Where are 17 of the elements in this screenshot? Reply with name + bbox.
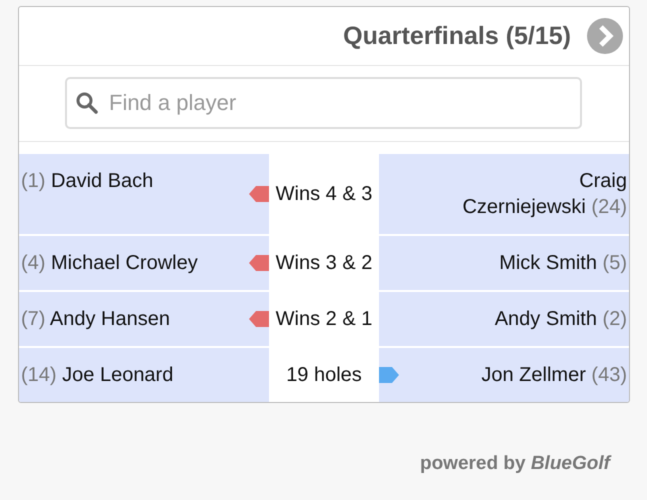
match-result: Wins 4 & 3 bbox=[276, 182, 372, 206]
player-name[interactable]: (14) Joe Leonard bbox=[21, 362, 269, 388]
powered-by-text: powered by BlueGolf bbox=[420, 453, 610, 475]
player-name[interactable]: (7) Andy Hansen bbox=[21, 306, 249, 332]
match-result: Wins 2 & 1 bbox=[276, 308, 372, 330]
player-name[interactable]: Craig Czerniejewski (24) bbox=[379, 168, 627, 220]
search-icon bbox=[75, 91, 99, 115]
player-name[interactable]: Andy Smith (2) bbox=[414, 306, 627, 332]
next-icon[interactable] bbox=[587, 18, 623, 54]
match-result: 19 holes bbox=[286, 364, 362, 386]
player-name[interactable]: (4) Michael Crowley bbox=[21, 250, 249, 276]
search-field[interactable]: Find a player bbox=[65, 77, 582, 129]
match-result: Wins 3 & 2 bbox=[276, 252, 372, 274]
player-name[interactable]: Jon Zellmer (43) bbox=[401, 362, 627, 388]
round-title: Quarterfinals (5/15) bbox=[343, 22, 571, 50]
player-name[interactable]: (1) David Bach bbox=[21, 168, 249, 194]
player-name[interactable]: Mick Smith (5) bbox=[419, 250, 627, 276]
